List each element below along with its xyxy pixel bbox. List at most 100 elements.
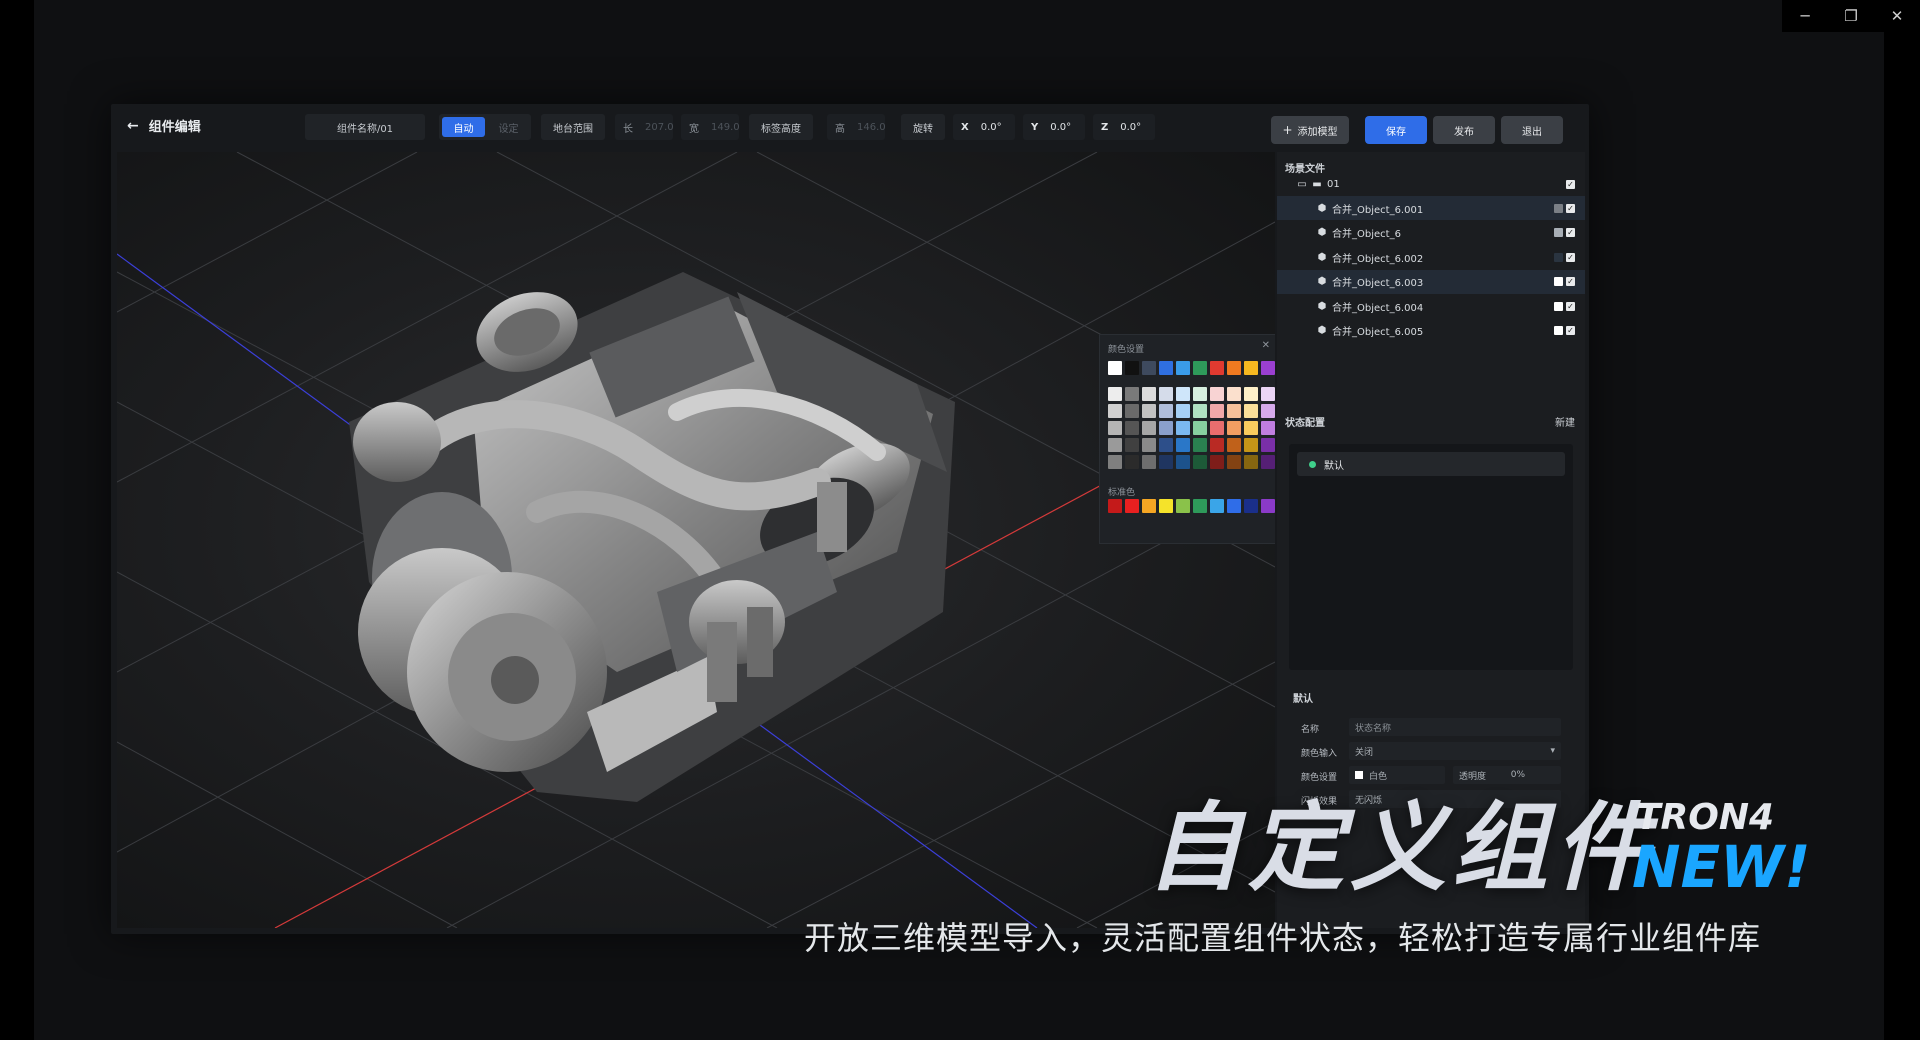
color-swatch[interactable] <box>1176 455 1190 469</box>
color-swatch[interactable] <box>1176 421 1190 435</box>
color-swatch[interactable] <box>1261 455 1275 469</box>
color-swatch[interactable] <box>1193 455 1207 469</box>
mode-auto-button[interactable]: 自动 <box>442 117 485 137</box>
color-swatch[interactable] <box>1227 438 1241 452</box>
color-swatch[interactable] <box>1125 387 1139 401</box>
color-swatch[interactable] <box>1244 387 1258 401</box>
tree-item[interactable]: ⬢ 合并_Object_6.005 ✓ <box>1277 319 1585 343</box>
color-swatch[interactable] <box>1159 361 1173 375</box>
color-swatch[interactable] <box>1210 455 1224 469</box>
visibility-checkbox[interactable]: ✓ <box>1566 252 1575 262</box>
color-swatch[interactable] <box>1210 361 1224 375</box>
tree-item[interactable]: ⬢ 合并_Object_6.001 ✓ <box>1277 196 1585 220</box>
collapse-icon[interactable]: ▭ <box>1297 179 1307 190</box>
height-field[interactable]: 高 146.0 <box>827 114 886 140</box>
visibility-checkbox[interactable]: ✓ <box>1566 228 1575 237</box>
color-swatch[interactable] <box>1176 361 1190 375</box>
object-color-swatch[interactable] <box>1554 228 1563 237</box>
tree-item[interactable]: ⬢ 合并_Object_6 ✓ <box>1277 221 1585 245</box>
color-swatch[interactable] <box>1210 421 1224 435</box>
color-swatch[interactable] <box>1108 361 1122 375</box>
color-swatch[interactable] <box>1108 404 1122 418</box>
exit-button[interactable]: 退出 <box>1501 116 1563 144</box>
standard-color-swatch[interactable] <box>1210 499 1224 513</box>
color-swatch[interactable] <box>1261 438 1275 452</box>
tree-item[interactable]: ⬢ 合并_Object_6.003 ✓ <box>1277 269 1585 294</box>
color-swatch[interactable] <box>1193 438 1207 452</box>
color-swatch[interactable] <box>1244 361 1258 375</box>
color-swatch[interactable] <box>1159 438 1173 452</box>
tree-root-01[interactable]: ▭ ▬ 01 ✓ <box>1277 172 1585 196</box>
length-field[interactable]: 长 207.0 <box>615 114 674 140</box>
state-name-input[interactable]: 状态名称 <box>1349 718 1561 736</box>
color-swatch[interactable] <box>1176 404 1190 418</box>
color-swatch[interactable] <box>1193 387 1207 401</box>
color-swatch[interactable] <box>1108 421 1122 435</box>
standard-color-swatch[interactable] <box>1227 499 1241 513</box>
color-swatch[interactable] <box>1244 438 1258 452</box>
standard-color-swatch[interactable] <box>1142 499 1156 513</box>
color-swatch[interactable] <box>1159 421 1173 435</box>
state-item-default[interactable]: 默认 <box>1297 452 1565 476</box>
color-swatch[interactable] <box>1108 387 1122 401</box>
color-swatch[interactable] <box>1125 361 1139 375</box>
object-color-swatch[interactable] <box>1554 252 1563 262</box>
back-button[interactable]: ← 组件编辑 <box>127 116 201 136</box>
color-swatch[interactable] <box>1193 404 1207 418</box>
add-model-button[interactable]: + 添加模型 <box>1271 116 1349 144</box>
color-swatch[interactable] <box>1142 438 1156 452</box>
standard-color-swatch[interactable] <box>1261 499 1275 513</box>
close-window-button[interactable]: ✕ <box>1874 0 1920 32</box>
color-swatch[interactable] <box>1244 404 1258 418</box>
color-swatch[interactable] <box>1261 361 1275 375</box>
rotate-z-field[interactable]: Z 0.0° <box>1093 114 1155 140</box>
object-color-swatch[interactable] <box>1554 326 1563 335</box>
visibility-checkbox[interactable]: ✓ <box>1566 203 1575 213</box>
visibility-checkbox[interactable]: ✓ <box>1566 326 1575 335</box>
width-field[interactable]: 宽 149.0 <box>681 114 740 140</box>
publish-button[interactable]: 发布 <box>1433 116 1495 144</box>
color-swatch[interactable] <box>1125 421 1139 435</box>
visibility-checkbox[interactable]: ✓ <box>1566 179 1575 189</box>
color-swatch[interactable] <box>1227 361 1241 375</box>
save-button[interactable]: 保存 <box>1365 116 1427 144</box>
3d-viewport[interactable]: 颜色设置 ✕ 标准色 <box>117 152 1275 928</box>
color-swatch[interactable] <box>1193 421 1207 435</box>
color-swatch[interactable] <box>1159 387 1173 401</box>
color-swatch[interactable] <box>1227 387 1241 401</box>
standard-color-swatch[interactable] <box>1193 499 1207 513</box>
restore-button[interactable]: ❐ <box>1828 0 1874 32</box>
color-swatch[interactable] <box>1193 361 1207 375</box>
color-swatch[interactable] <box>1244 421 1258 435</box>
component-name-field[interactable]: 组件名称/01 <box>305 114 425 140</box>
color-swatch[interactable] <box>1159 404 1173 418</box>
standard-color-swatch[interactable] <box>1244 499 1258 513</box>
rotate-y-field[interactable]: Y 0.0° <box>1023 114 1085 140</box>
object-color-swatch[interactable] <box>1554 203 1563 213</box>
minimize-button[interactable]: ─ <box>1782 0 1828 32</box>
new-state-button[interactable]: 新建 <box>1555 414 1575 429</box>
color-swatch[interactable] <box>1142 421 1156 435</box>
visibility-checkbox[interactable]: ✓ <box>1566 301 1575 311</box>
standard-color-swatch[interactable] <box>1108 499 1122 513</box>
color-swatch[interactable] <box>1142 404 1156 418</box>
color-swatch[interactable] <box>1210 387 1224 401</box>
standard-color-swatch[interactable] <box>1176 499 1190 513</box>
close-icon[interactable]: ✕ <box>1262 340 1270 351</box>
color-swatch[interactable] <box>1227 404 1241 418</box>
color-swatch[interactable] <box>1125 455 1139 469</box>
tree-item[interactable]: ⬢ 合并_Object_6.004 ✓ <box>1277 294 1585 318</box>
color-swatch[interactable] <box>1108 438 1122 452</box>
color-swatch[interactable] <box>1227 421 1241 435</box>
color-swatch[interactable] <box>1125 438 1139 452</box>
color-swatch[interactable] <box>1210 404 1224 418</box>
color-swatch[interactable] <box>1210 438 1224 452</box>
color-swatch[interactable] <box>1261 421 1275 435</box>
color-swatch[interactable] <box>1261 404 1275 418</box>
color-setting-field[interactable]: 白色 <box>1349 766 1445 784</box>
tree-item[interactable]: ⬢ 合并_Object_6.002 ✓ <box>1277 245 1585 269</box>
color-swatch[interactable] <box>1244 455 1258 469</box>
color-swatch[interactable] <box>1159 455 1173 469</box>
color-swatch[interactable] <box>1142 455 1156 469</box>
object-color-swatch[interactable] <box>1554 277 1563 286</box>
